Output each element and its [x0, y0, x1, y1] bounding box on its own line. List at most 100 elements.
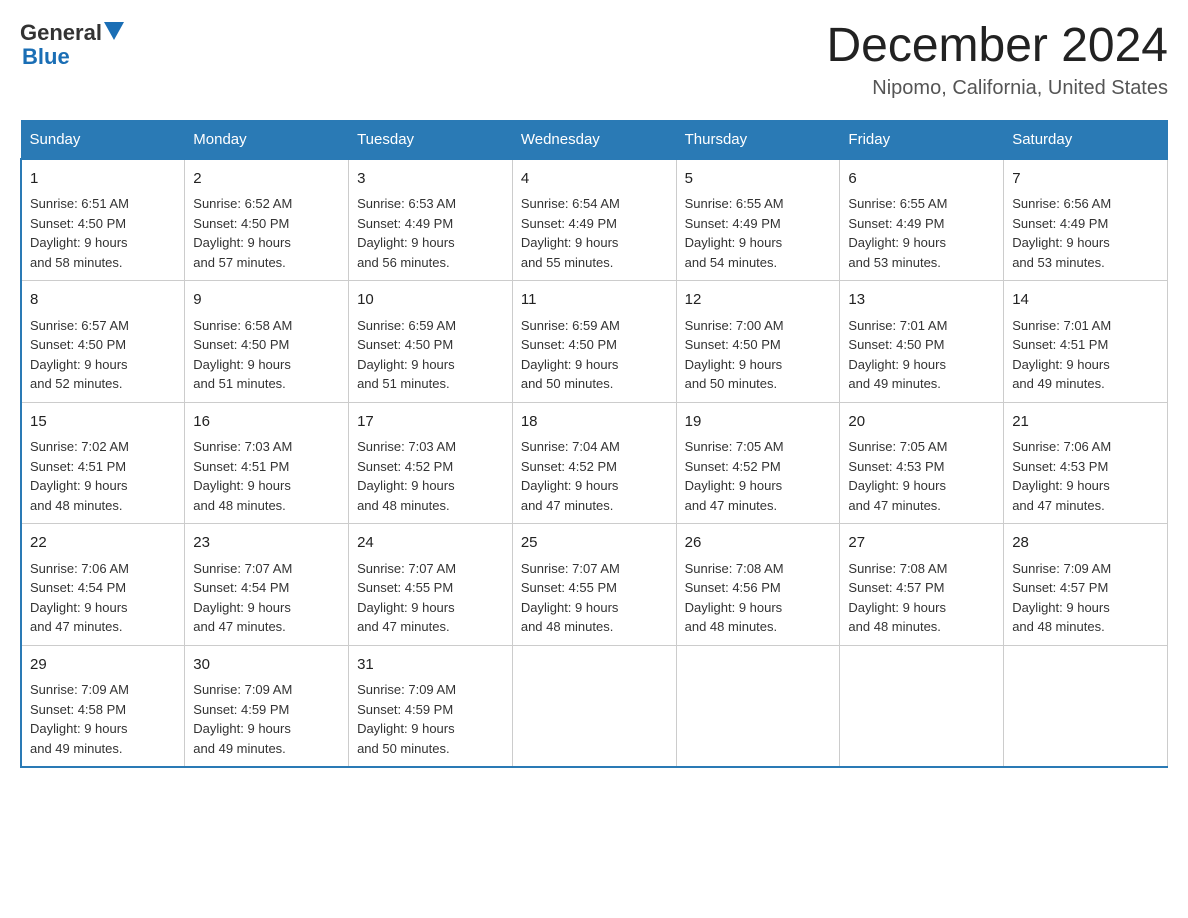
day-number: 9 — [193, 289, 340, 312]
day-number: 15 — [30, 411, 176, 434]
location-title: Nipomo, California, United States — [826, 77, 1168, 100]
day-info: Sunrise: 7:03 AMSunset: 4:51 PMDaylight:… — [193, 437, 340, 515]
day-info: Sunrise: 6:52 AMSunset: 4:50 PMDaylight:… — [193, 194, 340, 272]
calendar-table: SundayMondayTuesdayWednesdayThursdayFrid… — [20, 120, 1168, 769]
calendar-cell: 5 Sunrise: 6:55 AMSunset: 4:49 PMDaylight… — [676, 159, 840, 281]
calendar-week-row: 22 Sunrise: 7:06 AMSunset: 4:54 PMDayligh… — [21, 524, 1168, 646]
day-info: Sunrise: 6:51 AMSunset: 4:50 PMDaylight:… — [30, 194, 176, 272]
day-number: 31 — [357, 654, 504, 677]
calendar-cell: 24 Sunrise: 7:07 AMSunset: 4:55 PMDayligh… — [349, 524, 513, 646]
logo: General Blue — [20, 20, 124, 70]
calendar-week-row: 1Sunrise: 6:51 AMSunset: 4:50 PMDaylight… — [21, 159, 1168, 281]
calendar-cell: 28 Sunrise: 7:09 AMSunset: 4:57 PMDayligh… — [1004, 524, 1168, 646]
day-number: 27 — [848, 532, 995, 555]
calendar-cell: 20 Sunrise: 7:05 AMSunset: 4:53 PMDayligh… — [840, 402, 1004, 524]
calendar-cell: 27 Sunrise: 7:08 AMSunset: 4:57 PMDayligh… — [840, 524, 1004, 646]
calendar-cell: 10 Sunrise: 6:59 AMSunset: 4:50 PMDayligh… — [349, 281, 513, 403]
day-info: Sunrise: 7:05 AMSunset: 4:52 PMDaylight:… — [685, 437, 832, 515]
month-title: December 2024 — [826, 20, 1168, 73]
day-number: 5 — [685, 168, 832, 191]
day-number: 29 — [30, 654, 176, 677]
weekday-header-thursday: Thursday — [676, 120, 840, 159]
day-info: Sunrise: 6:54 AMSunset: 4:49 PMDaylight:… — [521, 194, 668, 272]
logo-blue-text: Blue — [20, 44, 70, 70]
page-header: General Blue December 2024 Nipomo, Calif… — [20, 20, 1168, 100]
day-number: 16 — [193, 411, 340, 434]
calendar-cell: 22 Sunrise: 7:06 AMSunset: 4:54 PMDayligh… — [21, 524, 185, 646]
calendar-cell: 7 Sunrise: 6:56 AMSunset: 4:49 PMDaylight… — [1004, 159, 1168, 281]
calendar-body: 1Sunrise: 6:51 AMSunset: 4:50 PMDaylight… — [21, 159, 1168, 768]
calendar-header: SundayMondayTuesdayWednesdayThursdayFrid… — [21, 120, 1168, 159]
day-info: Sunrise: 6:59 AMSunset: 4:50 PMDaylight:… — [521, 316, 668, 394]
day-number: 3 — [357, 168, 504, 191]
calendar-week-row: 8 Sunrise: 6:57 AMSunset: 4:50 PMDaylight… — [21, 281, 1168, 403]
day-number: 14 — [1012, 289, 1159, 312]
calendar-cell: 23 Sunrise: 7:07 AMSunset: 4:54 PMDayligh… — [185, 524, 349, 646]
day-info: Sunrise: 7:06 AMSunset: 4:53 PMDaylight:… — [1012, 437, 1159, 515]
day-info: Sunrise: 6:57 AMSunset: 4:50 PMDaylight:… — [30, 316, 176, 394]
day-number: 6 — [848, 168, 995, 191]
weekday-header-row: SundayMondayTuesdayWednesdayThursdayFrid… — [21, 120, 1168, 159]
calendar-cell — [840, 645, 1004, 767]
day-info: Sunrise: 7:09 AMSunset: 4:58 PMDaylight:… — [30, 680, 176, 758]
day-number: 23 — [193, 532, 340, 555]
day-number: 24 — [357, 532, 504, 555]
day-number: 19 — [685, 411, 832, 434]
day-info: Sunrise: 7:07 AMSunset: 4:55 PMDaylight:… — [521, 559, 668, 637]
day-info: Sunrise: 7:05 AMSunset: 4:53 PMDaylight:… — [848, 437, 995, 515]
day-number: 20 — [848, 411, 995, 434]
calendar-cell: 26 Sunrise: 7:08 AMSunset: 4:56 PMDayligh… — [676, 524, 840, 646]
day-number: 25 — [521, 532, 668, 555]
calendar-cell: 18Sunrise: 7:04 AMSunset: 4:52 PMDayligh… — [512, 402, 676, 524]
calendar-week-row: 15Sunrise: 7:02 AMSunset: 4:51 PMDayligh… — [21, 402, 1168, 524]
day-info: Sunrise: 7:07 AMSunset: 4:55 PMDaylight:… — [357, 559, 504, 637]
weekday-header-saturday: Saturday — [1004, 120, 1168, 159]
weekday-header-friday: Friday — [840, 120, 1004, 159]
calendar-cell: 30 Sunrise: 7:09 AMSunset: 4:59 PMDayligh… — [185, 645, 349, 767]
day-info: Sunrise: 6:56 AMSunset: 4:49 PMDaylight:… — [1012, 194, 1159, 272]
day-info: Sunrise: 7:08 AMSunset: 4:56 PMDaylight:… — [685, 559, 832, 637]
day-info: Sunrise: 6:53 AMSunset: 4:49 PMDaylight:… — [357, 194, 504, 272]
day-info: Sunrise: 7:00 AMSunset: 4:50 PMDaylight:… — [685, 316, 832, 394]
day-number: 18 — [521, 411, 668, 434]
calendar-cell: 4 Sunrise: 6:54 AMSunset: 4:49 PMDaylight… — [512, 159, 676, 281]
day-info: Sunrise: 7:09 AMSunset: 4:59 PMDaylight:… — [193, 680, 340, 758]
logo-triangle-icon — [104, 22, 124, 40]
weekday-header-wednesday: Wednesday — [512, 120, 676, 159]
calendar-cell: 14 Sunrise: 7:01 AMSunset: 4:51 PMDayligh… — [1004, 281, 1168, 403]
day-info: Sunrise: 6:55 AMSunset: 4:49 PMDaylight:… — [685, 194, 832, 272]
calendar-cell: 15Sunrise: 7:02 AMSunset: 4:51 PMDayligh… — [21, 402, 185, 524]
day-info: Sunrise: 6:55 AMSunset: 4:49 PMDaylight:… — [848, 194, 995, 272]
calendar-cell: 16 Sunrise: 7:03 AMSunset: 4:51 PMDayligh… — [185, 402, 349, 524]
day-number: 8 — [30, 289, 176, 312]
calendar-cell: 17Sunrise: 7:03 AMSunset: 4:52 PMDayligh… — [349, 402, 513, 524]
calendar-cell: 8 Sunrise: 6:57 AMSunset: 4:50 PMDaylight… — [21, 281, 185, 403]
day-info: Sunrise: 6:59 AMSunset: 4:50 PMDaylight:… — [357, 316, 504, 394]
day-number: 4 — [521, 168, 668, 191]
calendar-cell: 6 Sunrise: 6:55 AMSunset: 4:49 PMDaylight… — [840, 159, 1004, 281]
weekday-header-tuesday: Tuesday — [349, 120, 513, 159]
day-number: 7 — [1012, 168, 1159, 191]
day-info: Sunrise: 7:01 AMSunset: 4:51 PMDaylight:… — [1012, 316, 1159, 394]
title-area: December 2024 Nipomo, California, United… — [826, 20, 1168, 100]
day-number: 30 — [193, 654, 340, 677]
calendar-cell — [1004, 645, 1168, 767]
day-number: 21 — [1012, 411, 1159, 434]
day-info: Sunrise: 7:06 AMSunset: 4:54 PMDaylight:… — [30, 559, 176, 637]
calendar-cell: 2Sunrise: 6:52 AMSunset: 4:50 PMDaylight… — [185, 159, 349, 281]
day-number: 28 — [1012, 532, 1159, 555]
calendar-cell: 1Sunrise: 6:51 AMSunset: 4:50 PMDaylight… — [21, 159, 185, 281]
day-info: Sunrise: 7:08 AMSunset: 4:57 PMDaylight:… — [848, 559, 995, 637]
calendar-cell: 31Sunrise: 7:09 AMSunset: 4:59 PMDayligh… — [349, 645, 513, 767]
day-number: 22 — [30, 532, 176, 555]
calendar-cell: 29 Sunrise: 7:09 AMSunset: 4:58 PMDayligh… — [21, 645, 185, 767]
calendar-cell — [512, 645, 676, 767]
day-info: Sunrise: 7:09 AMSunset: 4:57 PMDaylight:… — [1012, 559, 1159, 637]
day-number: 26 — [685, 532, 832, 555]
calendar-cell: 13Sunrise: 7:01 AMSunset: 4:50 PMDayligh… — [840, 281, 1004, 403]
day-number: 10 — [357, 289, 504, 312]
day-number: 13 — [848, 289, 995, 312]
day-info: Sunrise: 7:07 AMSunset: 4:54 PMDaylight:… — [193, 559, 340, 637]
calendar-cell: 21 Sunrise: 7:06 AMSunset: 4:53 PMDayligh… — [1004, 402, 1168, 524]
weekday-header-sunday: Sunday — [21, 120, 185, 159]
